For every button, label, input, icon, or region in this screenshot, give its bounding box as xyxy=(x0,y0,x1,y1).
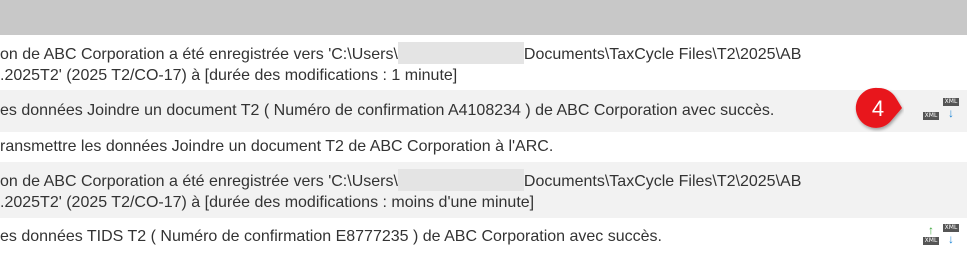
callout-shape: 4 xyxy=(855,87,902,128)
down-arrow-icon: ↓ xyxy=(948,232,954,246)
xml-label: XML xyxy=(923,237,939,245)
row-icons: XML XML ↓ xyxy=(923,98,959,122)
xml-download-icon[interactable]: XML ↓ xyxy=(943,224,959,248)
up-arrow-icon: ↑ xyxy=(928,223,934,237)
xml-label: XML xyxy=(943,98,959,106)
log-row: es données TIDS T2 ( Numéro de confirmat… xyxy=(0,218,967,256)
log-row-line: .2025T2' (2025 T2/CO-17) à [durée des mo… xyxy=(0,67,458,84)
log-row: es données Joindre un document T2 ( Numé… xyxy=(0,90,967,132)
log-text: ransmettre les données Joindre un docume… xyxy=(0,138,554,155)
row-icons: ↑ XML XML ↓ xyxy=(923,224,959,248)
log-text: es données Joindre un document T2 ( Numé… xyxy=(0,102,775,119)
log-text: on de ABC Corporation a été enregistrée … xyxy=(0,173,398,190)
log-row: on de ABC Corporation a été enregistrée … xyxy=(0,162,967,218)
xml-label: XML xyxy=(923,112,939,120)
log-text: Documents\TaxCycle Files\T2\2025\AB xyxy=(523,46,802,63)
redacted-username xyxy=(397,169,524,191)
down-arrow-icon: ↓ xyxy=(948,106,954,120)
xml-upload-icon[interactable]: ↑ XML xyxy=(923,224,939,248)
log-row: ransmettre les données Joindre un docume… xyxy=(0,132,967,162)
log-text: es données TIDS T2 ( Numéro de confirmat… xyxy=(0,228,662,245)
log-text: Documents\TaxCycle Files\T2\2025\AB xyxy=(523,173,802,190)
callout-number: 4 xyxy=(872,96,884,121)
redacted-username xyxy=(397,42,524,64)
log-row: on de ABC Corporation a été enregistrée … xyxy=(0,35,967,90)
grid-header-bar xyxy=(0,0,967,35)
xml-document-icon[interactable]: XML xyxy=(923,98,939,122)
log-text: on de ABC Corporation a été enregistrée … xyxy=(0,46,398,63)
log-row-line: on de ABC Corporation a été enregistrée … xyxy=(0,42,801,65)
log-row-line: on de ABC Corporation a été enregistrée … xyxy=(0,169,801,192)
log-row-line: .2025T2' (2025 T2/CO-17) à [durée des mo… xyxy=(0,194,535,211)
xml-download-icon[interactable]: XML ↓ xyxy=(943,98,959,122)
xml-label: XML xyxy=(943,224,959,232)
callout-badge: 4 xyxy=(852,84,904,132)
